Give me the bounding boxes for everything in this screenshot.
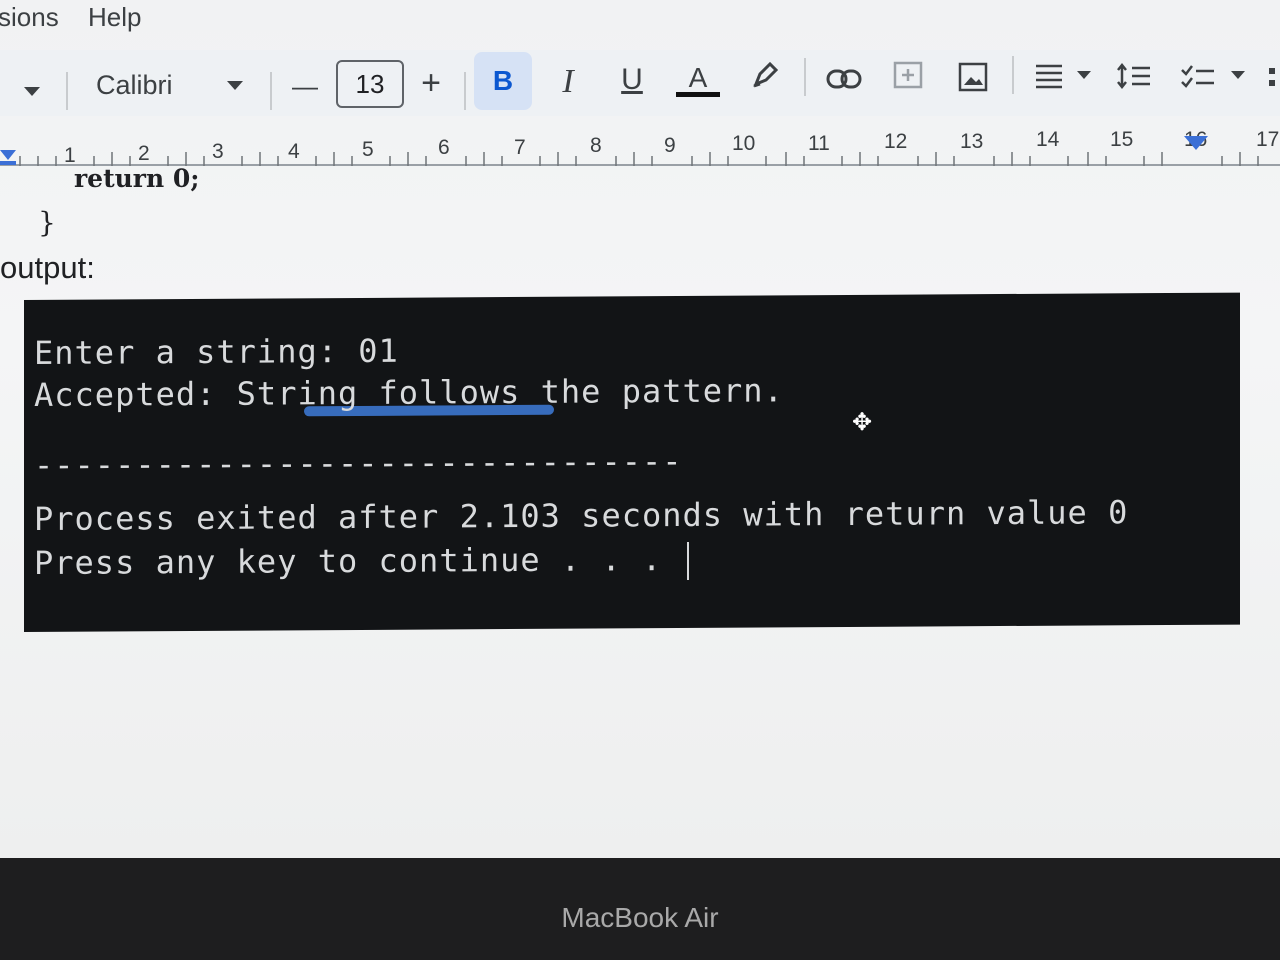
highlight-pen-icon[interactable] [748,58,782,92]
menu-help[interactable]: Help [88,2,141,33]
toolbar-divider [270,72,272,110]
checklist-dropdown-chevron-icon[interactable] [1228,68,1248,82]
screen: sions Help Calibri — 13 + B I U A 1 2 3 … [0,0,1280,858]
insert-link-icon[interactable] [824,62,864,96]
toolbar-divider [464,72,466,110]
line-spacing-icon[interactable] [1114,60,1154,92]
decrease-font-size-button[interactable]: — [288,66,322,106]
console-line-result: Accepted: String follows the pattern. [34,371,784,414]
left-indent-marker-icon[interactable] [0,150,20,170]
menu-extensions[interactable]: sions [0,2,59,33]
toolbar-divider [66,72,68,110]
console-output-image[interactable]: Enter a string: 01 Accepted: String foll… [24,292,1240,632]
text-color-swatch [676,92,720,97]
laptop-bezel: MacBook Air [0,858,1280,960]
bold-button[interactable]: B [474,52,532,110]
ruler-label: 7 [514,136,526,159]
code-return-line: return 0; [74,164,200,193]
move-cursor-icon: ✥ [852,409,873,436]
font-family-value: Calibri [96,70,173,100]
menu-bar: sions Help [0,0,1280,40]
console-line-continue: Press any key to continue . . . [34,540,689,584]
ruler-label: 10 [732,132,756,155]
ruler-label: 17 [1256,128,1280,151]
ruler-label: 8 [590,134,602,157]
font-size-input[interactable]: 13 [336,60,404,108]
output-label: output: [0,250,95,285]
console-continue-text: Press any key to continue . . . [34,539,683,582]
device-label: MacBook Air [561,902,719,933]
ruler-label: 9 [664,134,676,157]
italic-button[interactable]: I [550,60,586,104]
ruler-label: 2 [138,142,150,165]
code-closing-brace: } [38,206,56,239]
console-line-exit: Process exited after 2.103 seconds with … [34,493,1129,538]
ruler-label: 13 [960,130,984,153]
console-separator: -------------------------------- [34,441,683,484]
insert-image-icon[interactable] [954,58,992,96]
add-comment-icon[interactable] [890,58,926,94]
underline-button[interactable]: U [614,58,650,102]
ruler-label: 12 [884,130,908,153]
right-indent-marker-icon[interactable] [1184,136,1208,156]
ruler-label: 15 [1110,128,1134,151]
ruler-label: 11 [808,132,830,155]
align-dropdown-chevron-icon[interactable] [1074,68,1094,82]
font-family-select[interactable]: Calibri [96,70,173,101]
ruler-label: 4 [288,140,300,163]
style-dropdown-chevron-icon[interactable] [22,82,42,102]
checklist-icon[interactable] [1178,60,1218,92]
toolbar-divider [804,58,806,96]
ruler-label: 6 [438,136,450,159]
toolbar-divider [1012,56,1014,94]
font-dropdown-chevron-icon[interactable] [224,78,246,94]
bulleted-list-icon[interactable] [1262,62,1280,94]
ruler-label: 3 [212,140,224,163]
increase-font-size-button[interactable]: + [414,62,448,104]
console-line-input: Enter a string: 01 [34,331,399,372]
align-justify-icon[interactable] [1032,60,1066,92]
ruler-label: 14 [1036,128,1060,151]
ruler-label: 5 [362,138,374,161]
text-color-letter: A [688,62,708,93]
text-cursor [686,541,689,580]
